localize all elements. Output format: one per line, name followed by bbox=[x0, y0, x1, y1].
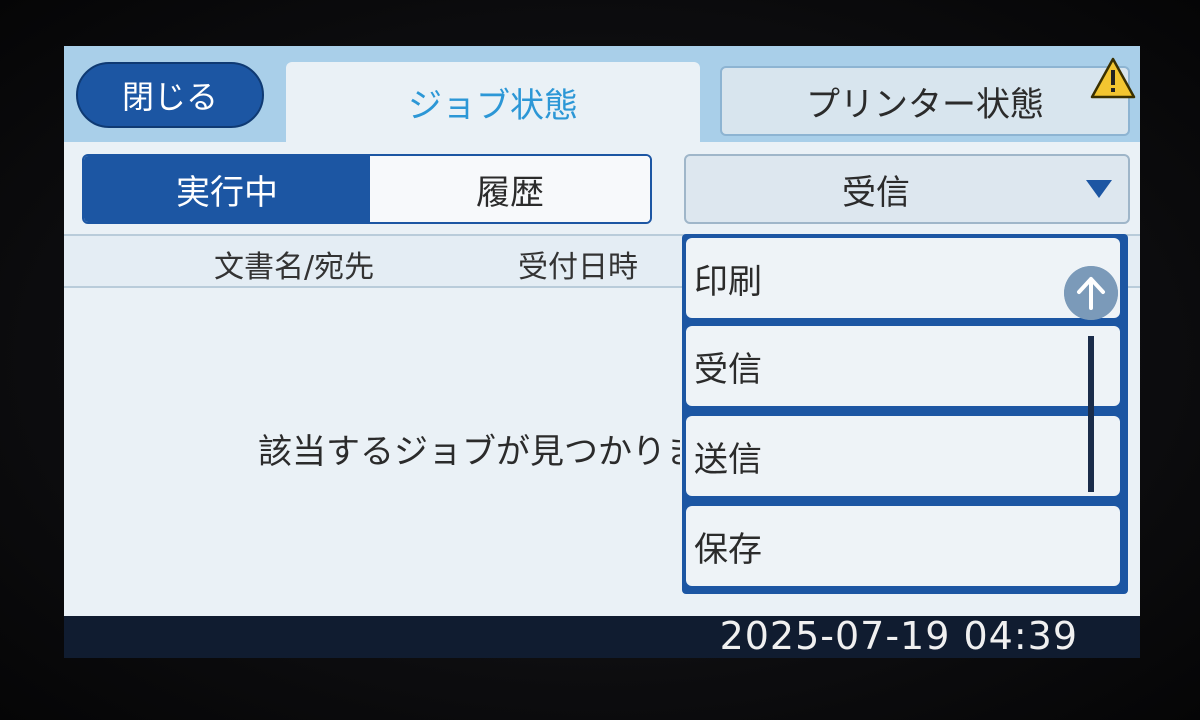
arrow-up-icon[interactable] bbox=[1064, 266, 1118, 320]
menu-item-send[interactable]: 送信 bbox=[686, 416, 1120, 496]
job-type-selected-value: 受信 bbox=[842, 172, 910, 213]
segment-history[interactable]: 履歴 bbox=[370, 156, 650, 222]
job-mode-segment: 実行中 履歴 bbox=[82, 154, 652, 224]
triangle-down-icon bbox=[1086, 180, 1112, 198]
menu-item-save[interactable]: 保存 bbox=[686, 506, 1120, 586]
job-type-dropdown-menu: 印刷 受信 送信 保存 bbox=[682, 234, 1128, 594]
menu-item-receive[interactable]: 受信 bbox=[686, 326, 1120, 406]
warning-triangle-icon[interactable] bbox=[1090, 56, 1136, 100]
segment-running[interactable]: 実行中 bbox=[84, 156, 370, 222]
close-button[interactable]: 閉じる bbox=[76, 62, 264, 128]
job-type-select[interactable]: 受信 bbox=[684, 154, 1130, 224]
datetime-display: 2025-07-19 04:39 bbox=[719, 614, 1078, 658]
tab-job-status[interactable]: ジョブ状態 bbox=[286, 62, 700, 142]
menu-scrollbar[interactable] bbox=[1088, 336, 1094, 492]
tab-printer-status[interactable]: プリンター状態 bbox=[720, 66, 1130, 136]
printer-screen: 閉じる ジョブ状態 プリンター状態 実行中 履歴 受信 文書名/宛先 受付日時 … bbox=[64, 46, 1140, 658]
column-document-name: 文書名/宛先 bbox=[214, 250, 375, 285]
menu-item-print[interactable]: 印刷 bbox=[686, 238, 1120, 318]
top-tab-bar: 閉じる ジョブ状態 プリンター状態 bbox=[64, 46, 1140, 142]
status-bar: 2025-07-19 04:39 bbox=[64, 614, 1140, 658]
empty-jobs-message: 該当するジョブが見つかりません。 bbox=[258, 432, 680, 472]
column-received-date: 受付日時 bbox=[518, 250, 638, 285]
